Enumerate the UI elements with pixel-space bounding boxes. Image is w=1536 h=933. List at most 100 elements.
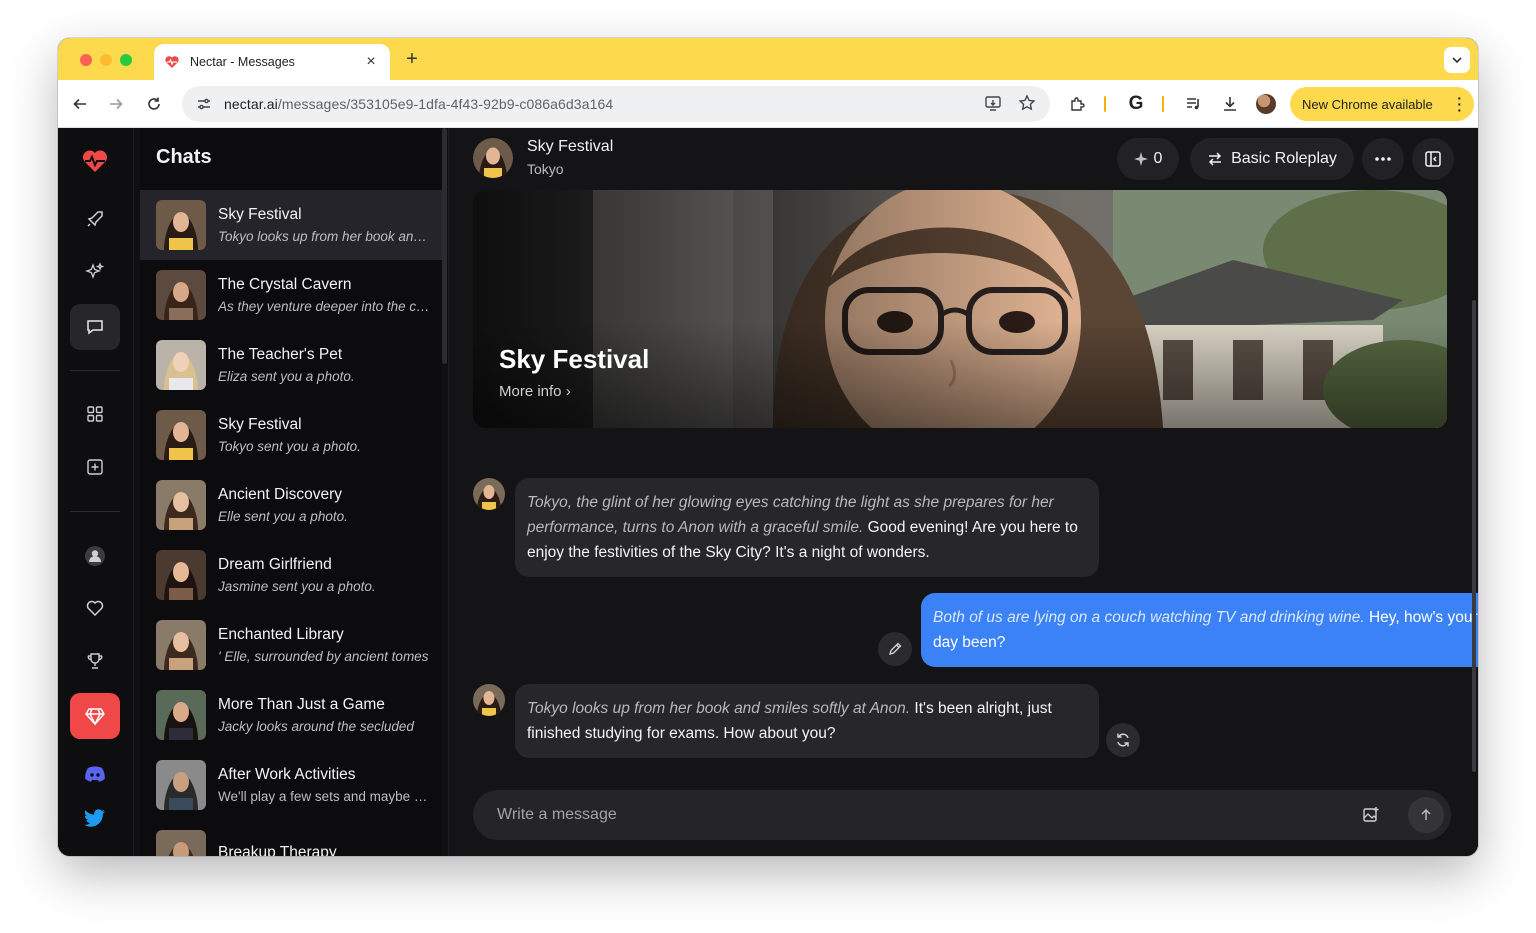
message-action: Both of us are lying on a couch watching…	[933, 609, 1365, 626]
chat-list-item[interactable]: Enchanted Library ' Elle, surrounded by a…	[140, 610, 442, 680]
user-icon	[85, 546, 105, 566]
regenerate-button[interactable]	[1106, 723, 1140, 757]
conversation-scrollbar[interactable]	[1472, 300, 1476, 772]
chat-text: Sky Festival Tokyo sent you a photo.	[218, 416, 430, 454]
chat-thumbnail	[156, 550, 206, 600]
hero-title: Sky Festival	[499, 344, 650, 374]
rail-profile[interactable]	[70, 533, 120, 579]
rail-messages[interactable]	[70, 304, 120, 350]
toggle-panel-button[interactable]	[1412, 138, 1454, 180]
chat-text: The Crystal Cavern As they venture deeper…	[218, 276, 430, 314]
chat-thumbnail	[156, 620, 206, 670]
bot-message: Tokyo, the glint of her glowing eyes cat…	[515, 478, 1099, 577]
chat-text: Sky Festival Tokyo looks up from her book…	[218, 206, 430, 244]
chat-list-item[interactable]: After Work Activities We'll play a few se…	[140, 750, 442, 820]
chat-name: Sky Festival	[218, 416, 302, 433]
reload-button[interactable]	[142, 92, 166, 116]
more-info-link[interactable]: More info ›	[499, 383, 571, 400]
chat-list-item[interactable]: Dream Girlfriend Jasmine sent you a photo…	[140, 540, 442, 610]
edit-message-button[interactable]	[878, 632, 912, 666]
conversation-panel: Sky Festival Tokyo 0 Basic Roleplay Sky …	[449, 128, 1478, 856]
chat-preview: Tokyo sent you a photo.	[218, 439, 361, 454]
sparkles-icon	[85, 262, 105, 279]
more-vert-icon: · · ·	[1457, 90, 1462, 118]
site-settings-icon[interactable]	[194, 94, 214, 114]
media-controls-button[interactable]	[1182, 92, 1206, 116]
chat-thumbnail	[156, 760, 206, 810]
browser-tab[interactable]: Nectar - Messages ×	[154, 44, 390, 80]
home-logo-button[interactable]	[70, 138, 120, 184]
close-window-button[interactable]	[80, 54, 92, 66]
nav-rail	[58, 128, 134, 856]
discord-link[interactable]	[70, 757, 120, 793]
message-input[interactable]	[497, 790, 1347, 840]
browser-window: Nectar - Messages × + nectar.ai/messages…	[58, 38, 1478, 856]
chat-name: Breakup Therapy	[218, 843, 337, 857]
chat-thumbnail	[156, 340, 206, 390]
install-app-icon[interactable]	[984, 94, 1002, 112]
chat-thumbnail	[156, 830, 206, 856]
address-bar[interactable]: nectar.ai/messages/353105e9-1dfa-4f43-92…	[182, 86, 1050, 122]
chat-name: The Teacher's Pet	[218, 346, 343, 363]
chat-mode-label: Basic Roleplay	[1231, 150, 1337, 167]
sparkle-counter-button[interactable]: 0	[1117, 138, 1179, 180]
rail-new-character[interactable]	[70, 444, 120, 490]
chat-list-item[interactable]: Sky Festival Tokyo looks up from her book…	[140, 190, 442, 260]
chat-preview: Elle sent you a photo.	[218, 509, 348, 524]
chat-list-item[interactable]: Ancient Discovery Elle sent you a photo.	[140, 470, 442, 540]
send-button[interactable]	[1408, 797, 1444, 833]
tab-search-button[interactable]	[1444, 47, 1470, 73]
character-name: Tokyo	[527, 161, 564, 177]
rail-discover[interactable]	[70, 196, 120, 242]
chat-thumbnail	[156, 410, 206, 460]
message-action: Tokyo looks up from her book and smiles …	[527, 700, 911, 717]
g-extension-button[interactable]: G	[1124, 92, 1148, 116]
back-button[interactable]	[68, 92, 92, 116]
chat-list-item[interactable]: The Crystal Cavern As they venture deeper…	[140, 260, 442, 330]
chat-thumbnail	[156, 200, 206, 250]
rail-favorites[interactable]	[70, 585, 120, 631]
rail-premium[interactable]	[70, 693, 120, 739]
update-label: New Chrome available	[1302, 96, 1433, 112]
url-host: nectar.ai	[224, 96, 278, 112]
downloads-button[interactable]	[1218, 92, 1242, 116]
tab-close-icon[interactable]: ×	[362, 53, 380, 71]
reload-icon	[148, 97, 160, 110]
character-hero-banner[interactable]: Sky Festival More info ›	[473, 190, 1447, 428]
rail-create[interactable]	[70, 249, 120, 295]
forward-button[interactable]	[104, 92, 128, 116]
chat-list-item[interactable]: Sky Festival Tokyo sent you a photo.	[140, 400, 442, 470]
chat-mode-button[interactable]: Basic Roleplay	[1190, 138, 1354, 180]
new-tab-button[interactable]: +	[400, 48, 424, 70]
trophy-icon	[87, 653, 103, 669]
download-icon	[1224, 97, 1236, 111]
chat-preview: Jacky looks around the secluded	[218, 719, 414, 734]
chat-list-item[interactable]: More Than Just a Game Jacky looks around …	[140, 680, 442, 750]
minimize-window-button[interactable]	[100, 54, 112, 66]
hero-portrait-image	[473, 190, 1447, 428]
rail-leaderboard[interactable]	[70, 638, 120, 684]
chat-thumbnail	[156, 270, 206, 320]
bot-avatar[interactable]	[473, 684, 505, 716]
chat-list-item[interactable]: The Teacher's Pet Eliza sent you a photo.	[140, 330, 442, 400]
character-avatar[interactable]	[473, 138, 513, 178]
rail-gallery[interactable]	[70, 391, 120, 437]
arrow-up-icon	[1421, 808, 1431, 820]
twitter-icon	[84, 809, 105, 827]
chat-list-item[interactable]: Breakup Therapy	[140, 820, 442, 856]
twitter-link[interactable]	[70, 800, 120, 836]
nectar-favicon-icon	[165, 56, 179, 68]
profile-avatar[interactable]	[1256, 94, 1276, 114]
maximize-window-button[interactable]	[120, 54, 132, 66]
more-options-button[interactable]	[1362, 138, 1404, 180]
attach-image-button[interactable]	[1359, 803, 1383, 827]
rail-divider	[70, 370, 120, 371]
chat-text: More Than Just a Game Jacky looks around …	[218, 696, 430, 734]
extensions-button[interactable]	[1066, 92, 1090, 116]
arrow-left-icon	[73, 98, 86, 110]
chat-list-scrollbar[interactable]	[442, 128, 447, 364]
bot-avatar[interactable]	[473, 478, 505, 510]
bookmark-star-icon[interactable]	[1018, 94, 1036, 112]
chevron-down-icon	[1452, 57, 1462, 64]
update-chrome-button[interactable]: New Chrome available · · ·	[1290, 87, 1474, 121]
